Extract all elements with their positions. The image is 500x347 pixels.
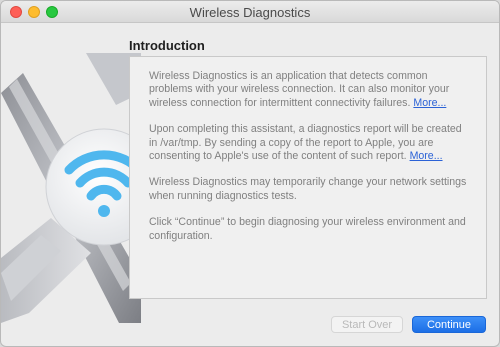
window-title: Wireless Diagnostics bbox=[189, 5, 311, 20]
app-window: Wireless Diagnostics Introduction Wirele… bbox=[0, 0, 500, 347]
more-link-2[interactable]: More... bbox=[410, 150, 443, 162]
intro-paragraph-3: Wireless Diagnostics may temporarily cha… bbox=[149, 176, 467, 202]
title-bar[interactable]: Wireless Diagnostics bbox=[1, 1, 499, 23]
intro-paragraph-4: Click “Continue” to begin diagnosing you… bbox=[149, 216, 466, 242]
continue-button[interactable]: Continue bbox=[412, 316, 486, 333]
page-heading: Introduction bbox=[129, 38, 205, 53]
start-over-button[interactable]: Start Over bbox=[331, 316, 403, 333]
intro-paragraph-1: Wireless Diagnostics is an application t… bbox=[149, 70, 450, 109]
wireless-diagnostics-tools-icon bbox=[1, 53, 141, 323]
intro-panel: Wireless Diagnostics is an application t… bbox=[129, 56, 487, 299]
intro-paragraph-2: Upon completing this assistant, a diagno… bbox=[149, 123, 462, 163]
more-link-1[interactable]: More... bbox=[413, 97, 446, 109]
